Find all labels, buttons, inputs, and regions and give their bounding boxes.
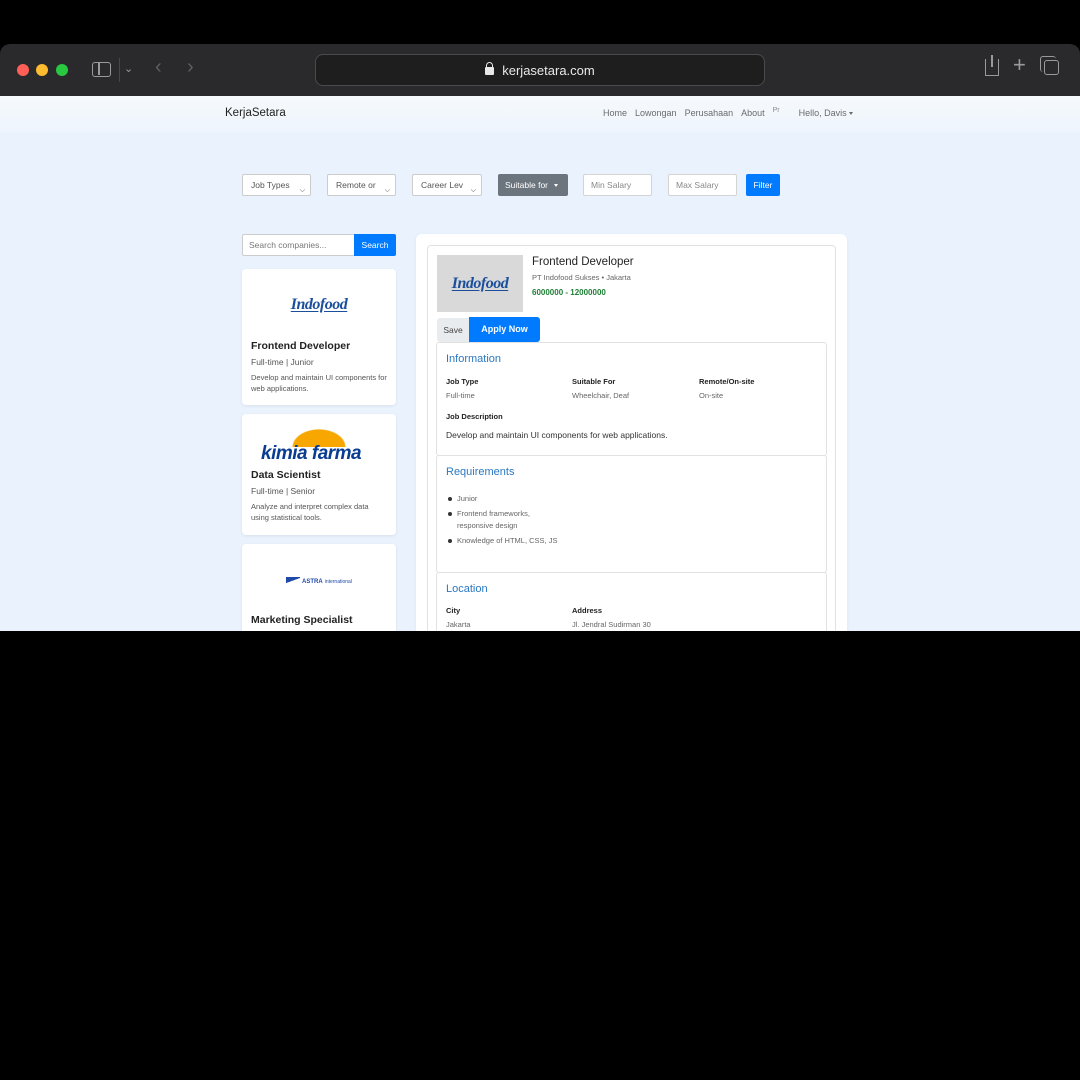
suitable-for-value: Wheelchair, Deaf bbox=[572, 391, 630, 400]
toolbar-divider bbox=[119, 58, 120, 82]
job-description: Develop and maintain UI components for w… bbox=[251, 373, 387, 393]
chevron-down-icon[interactable]: ⌄ bbox=[124, 61, 133, 77]
job-description-label: Job Description bbox=[446, 412, 503, 421]
job-title: Frontend Developer bbox=[251, 340, 351, 352]
remote-value: On-site bbox=[699, 391, 724, 400]
nav-link-home[interactable]: Home bbox=[603, 108, 627, 118]
suitable-for-label: Suitable For bbox=[572, 377, 616, 386]
max-salary-input[interactable]: Max Salary bbox=[668, 174, 737, 196]
nav-link-lowongan[interactable]: Lowongan bbox=[635, 108, 677, 118]
job-description: Analyze and interpret complex data using… bbox=[251, 502, 369, 522]
remote-select-value: Remote or bbox=[336, 180, 376, 190]
select-arrow-icon: ⌵ bbox=[299, 187, 305, 194]
sidebar-toggle-icon[interactable] bbox=[92, 62, 111, 77]
kimia-farma-logo-text: kimia farma bbox=[261, 443, 362, 464]
astra-logo: ASTRA international bbox=[286, 577, 352, 587]
job-types-select[interactable]: Job Types ⌵ bbox=[242, 174, 311, 196]
forward-arrow-icon[interactable]: › bbox=[187, 57, 194, 77]
browser-toolbar: ⌄ ‹ › kerjasetara.com + bbox=[0, 44, 1080, 96]
select-arrow-icon: ⌵ bbox=[470, 187, 476, 194]
fullscreen-window-button[interactable] bbox=[56, 64, 68, 76]
address-value: Jl. Jendral Sudirman 30 bbox=[572, 620, 651, 629]
indofood-logo-text: Indofood bbox=[451, 274, 509, 292]
astra-mark-icon bbox=[286, 577, 301, 587]
job-title: Marketing Specialist bbox=[251, 614, 353, 626]
save-button[interactable]: Save bbox=[437, 318, 469, 342]
address-bar[interactable]: kerjasetara.com bbox=[315, 54, 765, 86]
job-title: Frontend Developer bbox=[532, 256, 634, 268]
job-card[interactable]: ASTRA international Marketing Specialist bbox=[242, 544, 396, 631]
lock-icon bbox=[485, 62, 495, 75]
requirements-list: Junior Frontend frameworks, responsive d… bbox=[446, 493, 646, 550]
company-location: PT Indofood Sukses • Jakarta bbox=[532, 273, 631, 282]
salary-range: 6000000 - 12000000 bbox=[532, 288, 606, 297]
city-label: City bbox=[446, 606, 461, 615]
company-logo: kimia farma bbox=[242, 424, 396, 470]
astra-logo-subtext: international bbox=[324, 579, 352, 585]
apply-now-button[interactable]: Apply Now bbox=[469, 317, 540, 342]
address-label: Address bbox=[572, 606, 603, 615]
share-icon[interactable] bbox=[985, 55, 999, 76]
site-navbar: KerjaSetara Home Lowongan Perusahaan Abo… bbox=[0, 96, 1080, 132]
min-salary-input[interactable]: Min Salary bbox=[583, 174, 652, 196]
caret-down-icon bbox=[848, 112, 853, 115]
company-search-input[interactable]: Search companies... bbox=[242, 234, 355, 256]
astra-logo-text: ASTRA bbox=[302, 579, 323, 585]
requirements-section: Requirements Junior Frontend frameworks,… bbox=[436, 455, 827, 573]
url-text: kerjasetara.com bbox=[502, 62, 595, 78]
career-level-select-value: Career Lev bbox=[421, 180, 464, 190]
nav-link-about[interactable]: About bbox=[741, 108, 765, 118]
select-arrow-icon: ⌵ bbox=[384, 187, 390, 194]
suitable-for-dropdown[interactable]: Suitable for bbox=[498, 174, 568, 196]
close-window-button[interactable] bbox=[17, 64, 29, 76]
company-logo: Indofood bbox=[437, 255, 523, 312]
filter-button[interactable]: Filter bbox=[746, 174, 780, 196]
job-detail-panel: Indofood Frontend Developer PT Indofood … bbox=[416, 234, 847, 631]
section-heading: Requirements bbox=[446, 466, 515, 478]
user-menu[interactable]: Hello, Davis bbox=[799, 108, 853, 118]
user-greeting: Hello, Davis bbox=[798, 108, 847, 118]
location-section: Location City Jakarta Address Jl. Jendra… bbox=[436, 572, 827, 631]
nav-link-perusahaan[interactable]: Perusahaan bbox=[685, 108, 734, 118]
kimia-farma-logo: kimia farma bbox=[259, 425, 379, 469]
information-section: Information Job Type Full-time Suitable … bbox=[436, 342, 827, 456]
avatar[interactable]: Pr bbox=[773, 107, 791, 114]
company-logo: ASTRA international bbox=[242, 544, 396, 620]
job-detail-card: Indofood Frontend Developer PT Indofood … bbox=[427, 245, 836, 631]
career-level-select[interactable]: Career Lev ⌵ bbox=[412, 174, 482, 196]
job-type-label: Job Type bbox=[446, 377, 479, 386]
company-logo: Indofood bbox=[242, 269, 396, 341]
caret-down-icon bbox=[554, 184, 559, 187]
search-button[interactable]: Search bbox=[354, 234, 396, 256]
job-meta: Full-time | Senior bbox=[251, 486, 316, 496]
tab-overview-icon[interactable] bbox=[1040, 56, 1059, 75]
nav-links: Home Lowongan Perusahaan About Pr Hello,… bbox=[603, 107, 853, 118]
minimize-window-button[interactable] bbox=[36, 64, 48, 76]
suitable-for-label: Suitable for bbox=[505, 180, 548, 190]
job-type-value: Full-time bbox=[446, 391, 475, 400]
job-description-text: Develop and maintain UI components for w… bbox=[446, 430, 668, 440]
indofood-logo-text: Indofood bbox=[290, 296, 348, 313]
site-brand[interactable]: KerjaSetara bbox=[225, 107, 286, 119]
city-value: Jakarta bbox=[446, 620, 471, 629]
job-types-select-value: Job Types bbox=[251, 180, 290, 190]
job-meta: Full-time | Junior bbox=[251, 357, 314, 367]
remote-label: Remote/On-site bbox=[699, 377, 755, 386]
back-arrow-icon[interactable]: ‹ bbox=[155, 57, 162, 77]
web-page: KerjaSetara Home Lowongan Perusahaan Abo… bbox=[0, 96, 1080, 631]
list-item: Knowledge of HTML, CSS, JS bbox=[446, 535, 646, 547]
job-card[interactable]: Indofood Frontend Developer Full-time | … bbox=[242, 269, 396, 405]
filter-bar: Job Types ⌵ Remote or ⌵ Career Lev ⌵ Sui… bbox=[0, 174, 1080, 196]
list-item: Junior bbox=[446, 493, 646, 505]
job-card[interactable]: kimia farma Data Scientist Full-time | S… bbox=[242, 414, 396, 535]
section-heading: Information bbox=[446, 353, 502, 365]
job-title: Data Scientist bbox=[251, 469, 321, 481]
list-item: Frontend frameworks, responsive design bbox=[446, 508, 546, 532]
section-heading: Location bbox=[446, 583, 488, 595]
remote-select[interactable]: Remote or ⌵ bbox=[327, 174, 396, 196]
new-tab-plus-icon[interactable]: + bbox=[1013, 54, 1026, 76]
